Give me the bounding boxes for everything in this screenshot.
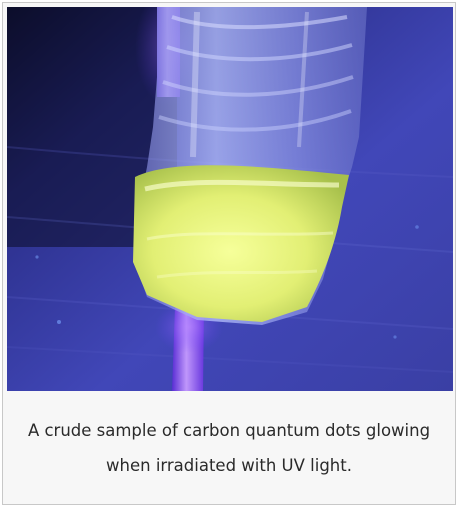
caption-text: A crude sample of carbon quantum dots gl… [27, 420, 431, 475]
uv-bottle-photo [7, 7, 453, 391]
figure-card: A crude sample of carbon quantum dots gl… [2, 2, 456, 505]
figure-photo [7, 7, 453, 391]
figure-caption: A crude sample of carbon quantum dots gl… [3, 391, 455, 504]
